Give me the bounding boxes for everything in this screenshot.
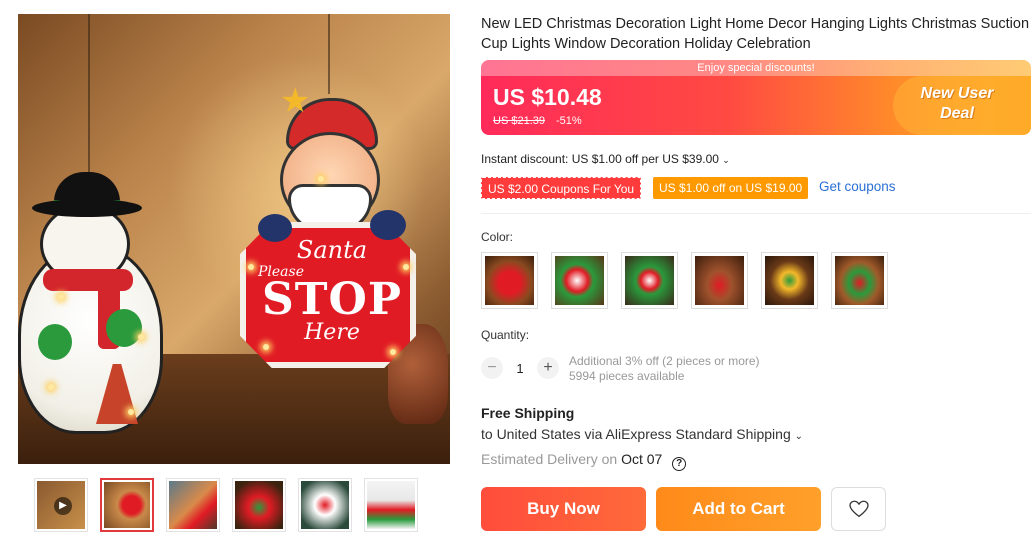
color-option-reindeer-sleigh[interactable] — [691, 252, 748, 309]
new-user-line2: Deal — [940, 105, 974, 122]
delivery-prefix: Estimated Delivery on — [481, 451, 618, 467]
wishlist-button[interactable] — [831, 487, 886, 531]
instant-discount-text: Instant discount: US $1.00 off per US $3… — [481, 152, 719, 166]
banner-tagline: Enjoy special discounts! — [481, 60, 1031, 76]
hanging-string — [328, 14, 330, 94]
led-bulb — [48, 384, 54, 390]
coupon-badge[interactable]: US $1.00 off on US $19.00 — [653, 177, 809, 199]
color-label: Color: — [481, 230, 514, 244]
color-option-santa-sleigh[interactable] — [831, 252, 888, 309]
chevron-down-icon: ⌄ — [794, 431, 804, 442]
main-product-image[interactable]: ★ Santa Please STOP Here — [18, 14, 450, 464]
color-option-santa-snowman[interactable] — [551, 252, 608, 309]
chevron-down-icon: ⌄ — [722, 155, 730, 165]
bulk-discount-note: Additional 3% off (2 pieces or more) — [569, 354, 760, 368]
led-bulb — [58, 294, 64, 300]
delivery-date: Oct 07 — [621, 451, 663, 467]
snowman-hat-brim — [32, 199, 142, 217]
quantity-increase-button[interactable]: + — [537, 357, 559, 379]
snowman-mitten — [38, 324, 72, 360]
quantity-value[interactable]: 1 — [510, 361, 530, 376]
thumbnail-image[interactable] — [364, 478, 418, 532]
thumbnail-image[interactable] — [100, 478, 154, 532]
quantity-label: Quantity: — [481, 328, 530, 342]
shipping-title: Free Shipping — [481, 405, 575, 421]
led-bulb — [403, 264, 409, 270]
divider — [481, 213, 1031, 214]
led-bulb — [390, 349, 396, 355]
stock-available: 5994 pieces available — [569, 369, 685, 383]
led-bulb — [248, 264, 254, 270]
stop-sign-text: Santa Please STOP Here — [252, 232, 412, 362]
hanging-string — [88, 14, 90, 179]
add-to-cart-button[interactable]: Add to Cart — [656, 487, 821, 531]
thumbnail-image[interactable] — [166, 478, 220, 532]
product-title: New LED Christmas Decoration Light Home … — [481, 16, 1030, 52]
thumbnail-video[interactable]: ▶ — [34, 478, 88, 532]
led-bulb — [138, 334, 144, 340]
thumbnail-image[interactable] — [298, 478, 352, 532]
discount-percent: -51% — [556, 115, 582, 127]
help-icon[interactable]: ? — [672, 457, 687, 471]
current-price: US $10.48 — [493, 84, 602, 110]
color-option-stop-sign-santa[interactable] — [481, 252, 538, 309]
new-user-deal-badge: New User Deal — [897, 84, 1017, 124]
shipping-method-text: to United States via AliExpress Standard… — [481, 426, 791, 442]
new-user-line1: New User — [920, 85, 994, 102]
quantity-note: Additional 3% off (2 pieces or more) 599… — [569, 354, 760, 384]
thumbnail-image[interactable] — [232, 478, 286, 532]
led-bulb — [318, 176, 324, 182]
play-icon: ▶ — [54, 497, 72, 515]
color-swatches — [481, 252, 888, 309]
original-price: US $21.39 — [493, 115, 545, 127]
sign-stop-text: STOP — [262, 274, 402, 325]
price-banner: Enjoy special discounts! US $10.48 US $2… — [481, 60, 1031, 135]
buy-now-button[interactable]: Buy Now — [481, 487, 646, 531]
led-bulb — [263, 344, 269, 350]
led-bulb — [128, 409, 134, 415]
snowman-mitten — [106, 309, 142, 347]
coupon-badge[interactable]: US $2.00 Coupons For You — [481, 177, 642, 199]
instant-discount[interactable]: Instant discount: US $1.00 off per US $3… — [481, 152, 730, 166]
heart-icon — [849, 500, 869, 518]
get-coupons-link[interactable]: Get coupons — [819, 179, 896, 194]
quantity-decrease-button[interactable]: − — [481, 357, 503, 379]
shipping-method[interactable]: to United States via AliExpress Standard… — [481, 426, 803, 442]
thumbnail-strip: ▶ — [34, 478, 418, 532]
color-option-snowman[interactable] — [621, 252, 678, 309]
sign-santa-text: Santa — [296, 236, 368, 264]
star-icon: ★ — [280, 82, 311, 120]
color-option-christmas-tree[interactable] — [761, 252, 818, 309]
estimated-delivery: Estimated Delivery on Oct 07 ? — [481, 451, 687, 471]
